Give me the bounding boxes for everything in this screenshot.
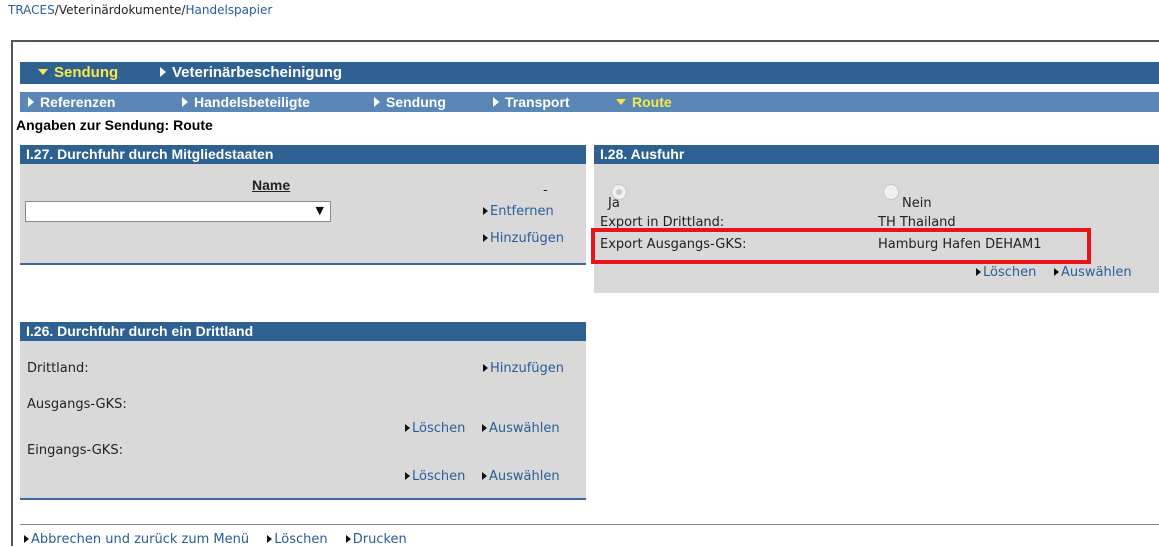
tab-label: Veterinärbescheinigung [172,64,343,81]
subtab-route[interactable]: Route [616,94,672,110]
chevron-right-icon [374,94,386,110]
subtab-references[interactable]: Referenzen [28,94,115,110]
panel-transit-member-states: I.27. Durchfuhr durch Mitgliedstaaten Na… [20,145,586,265]
select-exit-bip-link[interactable]: Auswählen [482,421,560,436]
breadcrumb: TRACES/Veterinärdokumente/Handelspapier [8,3,272,17]
panel-transit-third-country: I.26. Durchfuhr durch ein Drittland Drit… [20,322,586,500]
subtab-label: Transport [505,94,570,110]
dash-text: - [543,183,548,198]
panel-export: I.28. Ausfuhr Ja Nein Export in Drittlan… [594,145,1159,293]
delete-link[interactable]: Löschen [267,532,327,547]
breadcrumb-veterinary-docs: Veterinärdokumente [58,3,182,17]
tab-label: Sendung [54,64,119,81]
add-third-country-link[interactable]: Hinzufügen [483,361,564,376]
select-exit-bip-link[interactable]: Auswählen [1054,265,1132,280]
highlight-box [591,228,1091,264]
frame-divider [11,40,13,546]
select-entry-bip-link[interactable]: Auswählen [482,469,560,484]
panel-title: I.28. Ausfuhr [594,145,1159,164]
frame-divider [11,40,1159,42]
main-tab-bar: Sendung Veterinärbescheinigung [20,62,1159,84]
export-yes-label: Ja [608,196,620,211]
third-country-label: Drittland: [27,361,89,376]
tab-sendung[interactable]: Sendung [38,64,118,81]
subtab-trade-parties[interactable]: Handelsbeteiligte [182,94,310,110]
subtab-label: Route [632,94,672,110]
member-state-select[interactable]: ▼ [25,201,331,222]
chevron-down-icon [38,64,54,81]
delete-exit-bip-link[interactable]: Löschen [405,421,465,436]
subtab-consignment[interactable]: Sendung [374,94,446,110]
subtab-label: Sendung [386,94,446,110]
sub-tab-bar: Referenzen Handelsbeteiligte Sendung Tra… [20,92,1159,112]
remove-link[interactable]: Entfernen [483,204,554,219]
page-title: Angaben zur Sendung: Route [16,117,213,133]
breadcrumb-trade-paper-link[interactable]: Handelspapier [185,3,272,17]
entry-bip-label: Eingangs-GKS: [27,443,123,458]
panel-title: I.27. Durchfuhr durch Mitgliedstaaten [20,145,586,164]
chevron-right-icon [160,64,172,81]
export-no-radio[interactable] [883,184,899,200]
subtab-transport[interactable]: Transport [493,94,570,110]
delete-entry-bip-link[interactable]: Löschen [405,469,465,484]
chevron-right-icon [493,94,505,110]
breadcrumb-traces-link[interactable]: TRACES [8,3,55,17]
subtab-label: Handelsbeteiligte [194,94,310,110]
footer-divider [20,524,1159,525]
chevron-right-icon [28,94,40,110]
subtab-label: Referenzen [40,94,116,110]
chevron-right-icon [182,94,194,110]
cancel-back-to-menu-link[interactable]: Abbrechen und zurück zum Menü [24,532,249,547]
chevron-down-icon [616,94,632,110]
delete-exit-bip-link[interactable]: Löschen [976,265,1036,280]
tab-veterinary-certificate[interactable]: Veterinärbescheinigung [160,64,342,81]
panel-title: I.26. Durchfuhr durch ein Drittland [20,322,586,341]
name-column-header: Name [252,177,291,193]
exit-bip-label: Ausgangs-GKS: [27,397,127,412]
print-link[interactable]: Drucken [346,532,407,547]
dropdown-arrow-icon: ▼ [315,204,324,217]
export-no-label: Nein [902,196,932,211]
add-member-state-link[interactable]: Hinzufügen [483,231,564,246]
footer-actions: Abbrechen und zurück zum Menü Löschen Dr… [24,532,421,547]
